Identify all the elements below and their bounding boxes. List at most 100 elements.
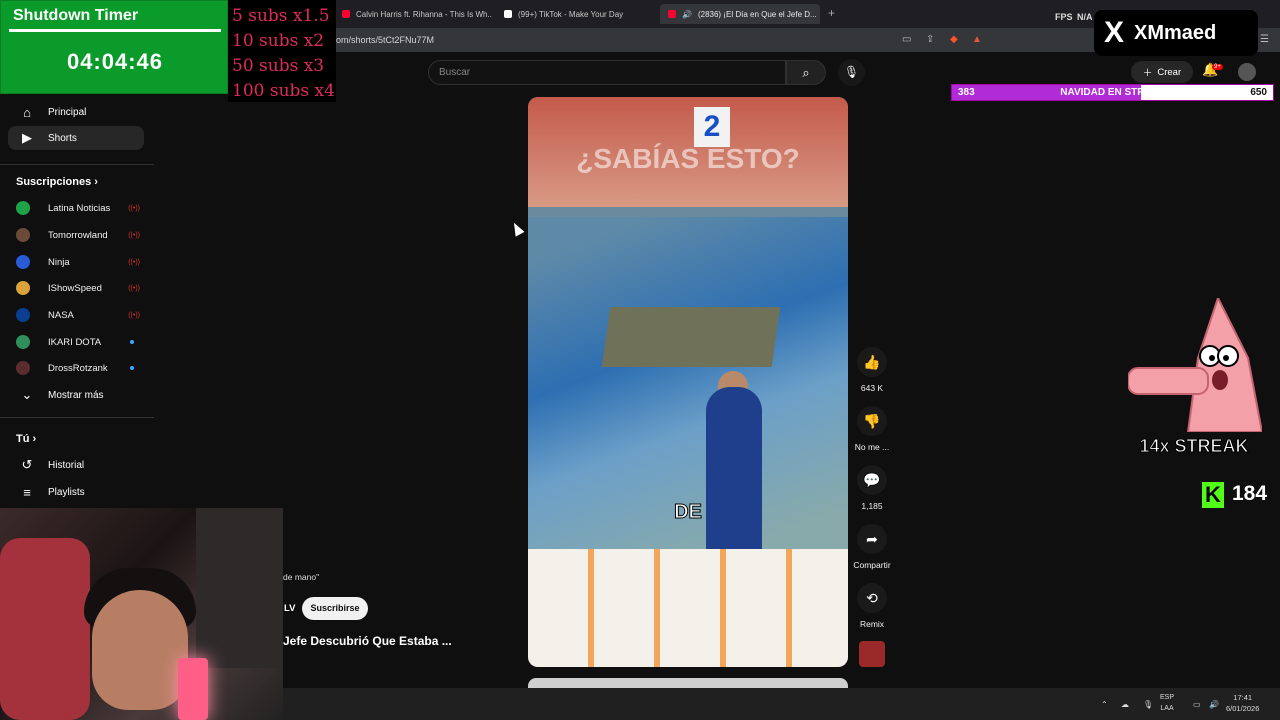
live-indicator-icon: ((•)) — [128, 311, 140, 319]
network-icon[interactable]: ▭ — [1193, 688, 1201, 720]
video-caption: DE — [674, 501, 703, 524]
sidebar-item-ninja[interactable]: Ninja ((•)) — [16, 252, 140, 272]
sidebar-item-historial[interactable]: ↺ Historial — [8, 453, 144, 477]
create-label: Crear — [1157, 66, 1182, 78]
sidebar-item-label: Principal — [48, 106, 87, 118]
webcam-person-face — [92, 590, 188, 710]
mouse-cursor-icon — [509, 220, 525, 237]
sidebar-item-ikari-dota[interactable]: IKARI DOTA — [16, 332, 140, 352]
sidebar-item-nasa[interactable]: NASA ((•)) — [16, 305, 140, 325]
divider — [0, 164, 154, 165]
chevron-up-icon[interactable]: ⌃ — [1101, 688, 1108, 720]
home-icon: ⌂ — [23, 104, 31, 120]
channel-avatar — [16, 255, 30, 269]
notification-badge: 9+ — [1212, 64, 1223, 70]
remix-button[interactable]: ⟲ Remix — [848, 583, 896, 629]
sidebar-item-label: Playlists — [48, 486, 85, 498]
subs-multiplier-line: 10 subs x2 — [232, 31, 325, 51]
goal-target: 650 — [1250, 87, 1267, 98]
live-indicator-icon: ((•)) — [128, 258, 140, 266]
subs-multiplier-line: 50 subs x3 — [232, 56, 325, 76]
language-indicator[interactable]: ESP LAA — [1160, 692, 1174, 714]
fps-value: N/A — [1077, 12, 1093, 22]
create-button[interactable]: ＋ Crear — [1131, 61, 1193, 83]
tab-tiktok[interactable]: (99+) TikTok - Make Your Day — [496, 4, 656, 24]
taskbar-clock[interactable]: 17:41 6/01/2026 — [1226, 692, 1259, 714]
kick-follower-count: 184 — [1232, 482, 1268, 505]
show-more-button[interactable]: ⌄ Mostrar más — [8, 383, 144, 407]
sidebar-item-shorts[interactable]: ▶ Shorts — [8, 126, 144, 150]
sidebar-item-tomorrowland[interactable]: Tomorrowland ((•)) — [16, 225, 140, 245]
video-person — [706, 387, 762, 557]
tab-title: Calvin Harris ft. Rihanna - This Is Wh..… — [356, 9, 492, 19]
brave-rewards-icon[interactable]: ▲ — [972, 34, 982, 45]
sidebar-item-principal[interactable]: ⌂ Principal — [8, 100, 144, 124]
comments-button[interactable]: 💬 1,185 — [848, 465, 896, 511]
sidebar-item-drossrotzank[interactable]: DrossRotzank — [16, 358, 140, 378]
show-more-label: Mostrar más — [48, 389, 104, 401]
dislike-label: No me ... — [854, 442, 890, 452]
subscriptions-heading[interactable]: Suscripciones › — [16, 176, 98, 188]
live-indicator-icon: ((•)) — [128, 284, 140, 292]
webcam-lamp — [178, 658, 208, 720]
live-indicator-icon: ((•)) — [128, 231, 140, 239]
remix-label: Remix — [859, 619, 885, 629]
navidad-goal-bar: 383 NAVIDAD EN STREAM 650 — [951, 84, 1274, 101]
timer-value: 04:04:46 — [66, 49, 164, 74]
you-heading[interactable]: Tú › — [16, 433, 36, 445]
short-video-player[interactable]: 2 ¿SABÍAS ESTO? DE — [528, 97, 848, 667]
thumbs-up-icon: 👍 — [857, 347, 887, 377]
dislike-button[interactable]: 👎 No me ... — [848, 406, 896, 452]
youtube-favicon-icon — [342, 10, 350, 18]
you-title: Tú — [16, 433, 30, 445]
like-count: 643 K — [860, 383, 884, 393]
sidebar-item-latina-noticias[interactable]: Latina Noticias ((•)) — [16, 198, 140, 218]
microphone-icon: 🎙 — [843, 65, 860, 79]
video-bags — [528, 549, 848, 667]
live-indicator-icon: ((•)) — [128, 204, 140, 212]
like-button[interactable]: 👍 643 K — [848, 347, 896, 393]
channel-name-partial[interactable]: LV — [284, 603, 295, 614]
search-input[interactable]: Buscar — [428, 60, 786, 85]
divider — [0, 417, 154, 418]
video-conveyor — [601, 307, 781, 367]
short-title[interactable]: Jefe Descubrió Que Estaba ... — [283, 634, 452, 648]
cast-icon[interactable]: ▭ — [902, 34, 911, 45]
description-snippet[interactable]: de mano" — [283, 572, 319, 582]
search-button[interactable]: ⌕ — [786, 60, 826, 85]
subscribe-button[interactable]: Suscribirse — [302, 597, 368, 620]
sound-thumbnail[interactable] — [859, 641, 885, 667]
channel-avatar — [16, 308, 30, 322]
voice-search-button[interactable]: 🎙 — [838, 59, 865, 86]
tab-title: (99+) TikTok - Make Your Day — [518, 9, 624, 19]
patrick-streak-icon — [1128, 298, 1262, 432]
sidebar-item-ishowspeed[interactable]: IShowSpeed ((•)) — [16, 278, 140, 298]
share-button[interactable]: ➦ Compartir — [848, 524, 896, 570]
video-sign: 2 — [694, 107, 730, 147]
subs-multiplier-overlay: 5 subs x1.5 10 subs x2 50 subs x3 100 su… — [228, 0, 336, 102]
shorts-icon: ▶ — [22, 130, 32, 145]
url-text[interactable]: om/shorts/5tCt2FNu77M — [336, 35, 434, 45]
sidebar-item-playlists[interactable]: ≡ Playlists — [8, 480, 144, 504]
tab-calvin-harris[interactable]: Calvin Harris ft. Rihanna - This Is Wh..… — [334, 4, 492, 24]
new-tab-button[interactable]: + — [828, 6, 835, 20]
menu-icon[interactable]: ☰ — [1260, 34, 1269, 45]
subs-multiplier-line: 5 subs x1.5 — [232, 6, 330, 26]
sidebar-item-label: Shorts — [48, 132, 77, 144]
video-overlay-text: ¿SABÍAS ESTO? — [576, 143, 800, 174]
youtube-favicon-icon — [668, 10, 676, 18]
account-avatar[interactable] — [1238, 63, 1256, 81]
channel-name: IKARI DOTA — [48, 336, 102, 348]
microphone-tray-icon[interactable]: 🎙 — [1143, 688, 1153, 720]
cloud-icon[interactable]: ☁ — [1121, 688, 1129, 720]
brave-shield-icon[interactable]: ◆ — [950, 34, 958, 45]
tab-active-youtube[interactable]: 🔊 (2836) ¡El Día en Que el Jefe D... ✕ — [660, 4, 820, 24]
webcam-christmas-tree — [196, 508, 283, 668]
webcam-chair — [0, 538, 90, 720]
volume-icon[interactable]: 🔊 — [1209, 688, 1219, 720]
channel-avatar — [16, 228, 30, 242]
channel-name: Ninja — [48, 256, 70, 268]
sidebar-item-label: Historial — [48, 459, 85, 471]
search-placeholder: Buscar — [439, 67, 471, 78]
share-icon[interactable]: ⇪ — [926, 34, 934, 45]
